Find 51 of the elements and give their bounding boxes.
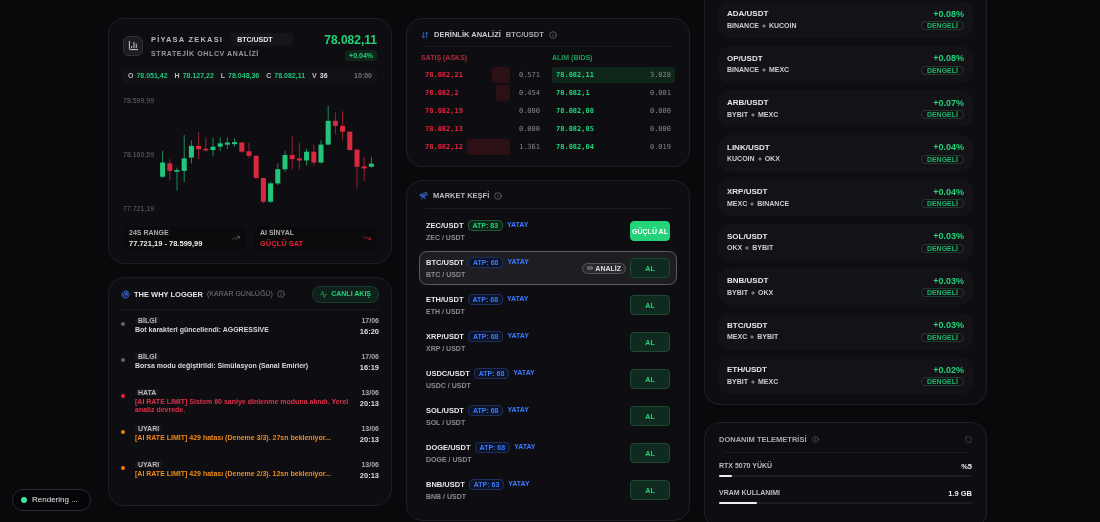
link-icon bbox=[587, 265, 594, 272]
pair-name: BTC/USDT bbox=[727, 320, 769, 331]
pair-name: ADA/USDT bbox=[727, 9, 770, 19]
status-dot bbox=[21, 496, 27, 503]
status-text: Rendering ... bbox=[32, 495, 78, 505]
telescope-icon bbox=[419, 191, 428, 201]
pair-name: ETH/USDT bbox=[727, 365, 768, 375]
pair-name: LINK/USDT bbox=[727, 142, 771, 153]
sort-arrows-icon bbox=[421, 30, 429, 39]
pair-name: OP/USDT bbox=[727, 53, 764, 64]
info-icon[interactable] bbox=[276, 290, 285, 299]
radar-icon bbox=[121, 289, 130, 299]
diamond-icon bbox=[757, 157, 762, 162]
spread-value: +0.04% bbox=[933, 186, 964, 198]
depth-bar bbox=[491, 67, 510, 84]
trend-down-icon bbox=[363, 234, 371, 243]
info-icon[interactable] bbox=[548, 30, 557, 39]
spread-value: +0.03% bbox=[933, 320, 964, 331]
pair-name: ARB/USDT bbox=[727, 98, 770, 108]
spread-value: +0.03% bbox=[933, 231, 964, 242]
spread-value: +0.08% bbox=[933, 53, 964, 64]
info-icon[interactable] bbox=[811, 436, 819, 443]
status-dot bbox=[121, 465, 125, 470]
diamond-icon bbox=[751, 290, 755, 295]
spread-value: +0.02% bbox=[933, 364, 964, 376]
diamond-icon bbox=[750, 201, 755, 206]
info-icon[interactable] bbox=[494, 191, 503, 200]
spread-value: +0.03% bbox=[933, 275, 964, 287]
diamond-icon bbox=[751, 379, 755, 384]
diamond-icon bbox=[761, 68, 766, 73]
diamond-icon bbox=[761, 23, 766, 28]
chip-icon bbox=[965, 436, 972, 443]
spread-value: +0.07% bbox=[933, 97, 964, 109]
pair-name: XRP/USDT bbox=[727, 187, 769, 197]
depth-bar bbox=[466, 139, 510, 156]
pulse-icon bbox=[320, 290, 328, 298]
pair-name: SOL/USDT bbox=[727, 231, 769, 242]
diamond-icon bbox=[751, 112, 755, 117]
bar-chart-icon bbox=[123, 35, 143, 56]
price-value: 78.082,11 bbox=[324, 33, 377, 48]
status-dot bbox=[121, 321, 125, 326]
diamond-icon bbox=[745, 246, 750, 251]
spread-value: +0.04% bbox=[933, 142, 964, 153]
status-dot bbox=[121, 357, 125, 362]
pair-name: BNB/USDT bbox=[727, 276, 770, 286]
status-dot bbox=[121, 393, 125, 398]
depth-bar bbox=[495, 85, 510, 102]
trend-up-icon bbox=[232, 234, 240, 243]
status-dot bbox=[121, 429, 125, 434]
spread-value: +0.08% bbox=[933, 8, 964, 20]
diamond-icon bbox=[750, 335, 755, 340]
